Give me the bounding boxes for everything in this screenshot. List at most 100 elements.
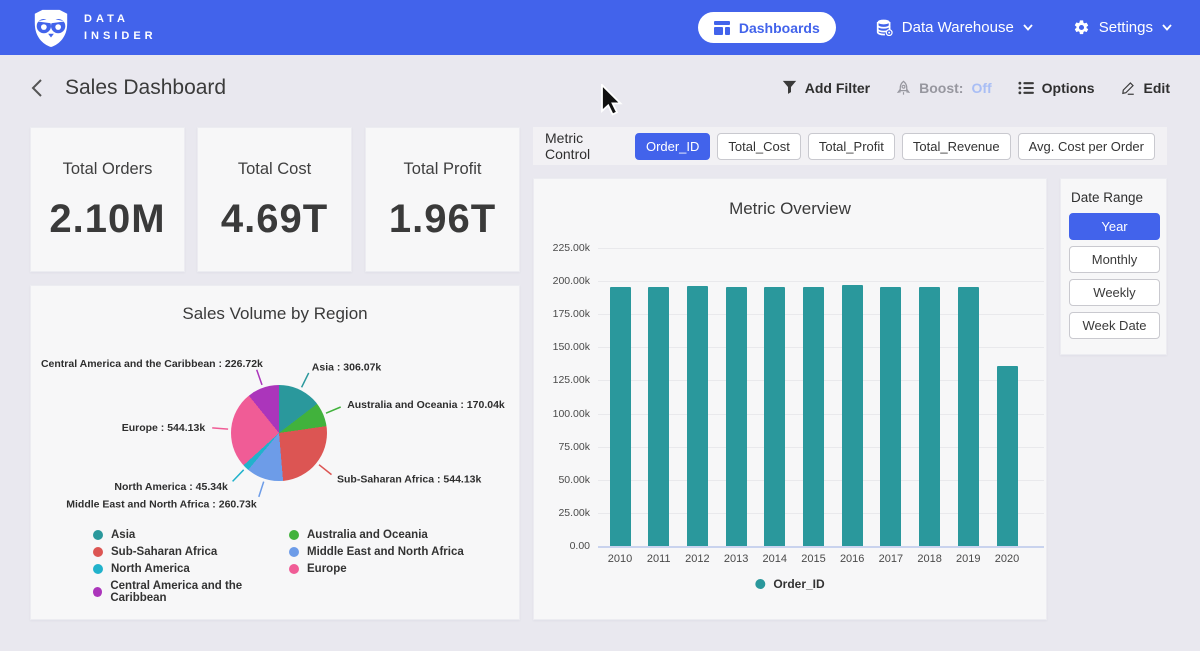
pie-slice-label: Asia : 306.07k: [312, 361, 382, 373]
brand-line2: INSIDER: [84, 28, 157, 45]
bar-chart-title: Metric Overview: [534, 199, 1046, 219]
pie-legend-item-sub-saharan-africa[interactable]: Sub-Saharan Africa: [93, 546, 289, 558]
nav-menu: Dashboards Data Warehouse: [698, 12, 1172, 43]
date-range-buttons: Year Monthly Weekly Week Date: [1069, 213, 1158, 339]
dashboard-grid-icon: [714, 20, 730, 36]
date-range-monthly[interactable]: Monthly: [1069, 246, 1160, 273]
kpi-card: Total Profit 1.96T: [365, 127, 520, 272]
bar-2010[interactable]: [610, 287, 631, 546]
y-axis-tick: 125.00k: [534, 374, 590, 386]
pie-legend-item-north-america[interactable]: North America: [93, 563, 289, 575]
gridline: [598, 248, 1044, 249]
dashboards-button[interactable]: Dashboards: [698, 12, 836, 43]
options-list-icon: [1018, 81, 1034, 95]
legend-label: Order_ID: [773, 577, 824, 591]
back-chevron-icon: [30, 78, 43, 98]
bar-chart-legend[interactable]: Order_ID: [755, 577, 824, 591]
toolbar: Add Filter Boost: Off Options: [782, 80, 1170, 96]
metric-button-order-id[interactable]: Order_ID: [635, 133, 710, 160]
data-warehouse-menu[interactable]: Data Warehouse: [876, 19, 1033, 36]
page-header: Sales Dashboard Add Filter Boost: Off: [0, 55, 1200, 120]
legend-label: Sub-Saharan Africa: [111, 546, 217, 558]
metric-control-strip: Metric Control Order_IDTotal_CostTotal_P…: [533, 127, 1167, 165]
settings-menu[interactable]: Settings: [1073, 19, 1172, 36]
bar-2018[interactable]: [919, 287, 940, 546]
legend-label: Middle East and North Africa: [307, 546, 464, 558]
legend-dot: [289, 530, 299, 540]
legend-label: Australia and Oceania: [307, 529, 428, 541]
date-range-weekly[interactable]: Weekly: [1069, 279, 1160, 306]
x-axis-label: 2011: [639, 553, 679, 565]
options-label: Options: [1042, 80, 1095, 96]
pie-chart[interactable]: [231, 385, 327, 481]
add-filter-button[interactable]: Add Filter: [782, 80, 870, 96]
options-button[interactable]: Options: [1018, 80, 1095, 96]
bar-2012[interactable]: [687, 286, 708, 546]
metric-button-avg-cost-per-order[interactable]: Avg. Cost per Order: [1018, 133, 1155, 160]
page-title: Sales Dashboard: [65, 76, 226, 100]
legend-dot: [289, 547, 299, 557]
bar-2020[interactable]: [997, 366, 1018, 546]
kpi-value: 2.10M: [49, 197, 165, 242]
chevron-down-icon: [1023, 24, 1033, 31]
edit-button[interactable]: Edit: [1121, 80, 1170, 96]
database-icon: [876, 19, 893, 36]
bar-2011[interactable]: [648, 287, 669, 546]
pie-slice-label: North America : 45.34k: [114, 481, 228, 493]
legend-dot: [755, 579, 765, 589]
metric-button-total-profit[interactable]: Total_Profit: [808, 133, 895, 160]
boost-label: Boost:: [919, 80, 963, 96]
metric-button-total-revenue[interactable]: Total_Revenue: [902, 133, 1011, 160]
bar-2013[interactable]: [726, 287, 747, 546]
legend-label: Europe: [307, 563, 347, 575]
kpi-card: Total Cost4.69T: [197, 127, 352, 272]
brand-line1: DATA: [84, 11, 157, 28]
pie-leader-line: [302, 373, 309, 387]
pie-legend-item-australia-and-oceania[interactable]: Australia and Oceania: [289, 529, 464, 541]
pie-legend-item-asia[interactable]: Asia: [93, 529, 289, 541]
x-axis-label: 2019: [948, 553, 988, 565]
brand-logo[interactable]: DATA INSIDER: [30, 8, 157, 48]
y-axis-tick: 225.00k: [534, 242, 590, 254]
x-axis-label: 2020: [987, 553, 1027, 565]
bar-2019[interactable]: [958, 287, 979, 546]
rocket-icon: [896, 80, 911, 96]
y-axis-tick: 100.00k: [534, 408, 590, 420]
y-axis-tick: 25.00k: [534, 507, 590, 519]
boost-toggle[interactable]: Boost: Off: [896, 80, 992, 96]
date-range-year[interactable]: Year: [1069, 213, 1160, 240]
bar-2014[interactable]: [764, 287, 785, 546]
x-axis-label: 2016: [832, 553, 872, 565]
bar-2017[interactable]: [880, 287, 901, 546]
legend-dot: [93, 587, 102, 597]
x-axis-label: 2013: [716, 553, 756, 565]
pie-leader-line: [319, 465, 332, 475]
kpi-label: Total Profit: [404, 160, 482, 179]
pie-legend-item-europe[interactable]: Europe: [289, 563, 464, 575]
kpi-label: Total Orders: [63, 160, 153, 179]
back-button[interactable]: [30, 78, 43, 98]
pie-legend-item-central-america-and-the-caribbean[interactable]: Central America and the Caribbean: [93, 580, 289, 604]
pie-leader-line: [212, 428, 228, 429]
pie-chart-title: Sales Volume by Region: [31, 304, 519, 324]
top-nav: DATA INSIDER Dashboards: [0, 0, 1200, 55]
gridline: [598, 281, 1044, 282]
kpi-label: Total Cost: [238, 160, 311, 179]
date-range-week-date[interactable]: Week Date: [1069, 312, 1160, 339]
filter-funnel-icon: [782, 80, 797, 95]
bar-2015[interactable]: [803, 287, 824, 546]
metric-button-total-cost[interactable]: Total_Cost: [717, 133, 800, 160]
bar-2016[interactable]: [842, 285, 863, 546]
legend-label: Asia: [111, 529, 135, 541]
pie-leader-line: [259, 482, 264, 497]
date-range-panel: Date Range YearMonthlyWeeklyWeek Date: [1060, 178, 1167, 355]
pie-legend-item-middle-east-and-north-africa[interactable]: Middle East and North Africa: [289, 546, 464, 558]
data-warehouse-label: Data Warehouse: [902, 19, 1014, 36]
pie-leader-line: [233, 470, 244, 482]
kpi-value: 1.96T: [389, 197, 496, 242]
x-axis-label: 2017: [871, 553, 911, 565]
y-axis-tick: 75.00k: [534, 441, 590, 453]
y-axis-tick: 175.00k: [534, 308, 590, 320]
y-axis-tick: 0.00: [534, 540, 590, 552]
y-axis-tick: 150.00k: [534, 341, 590, 353]
